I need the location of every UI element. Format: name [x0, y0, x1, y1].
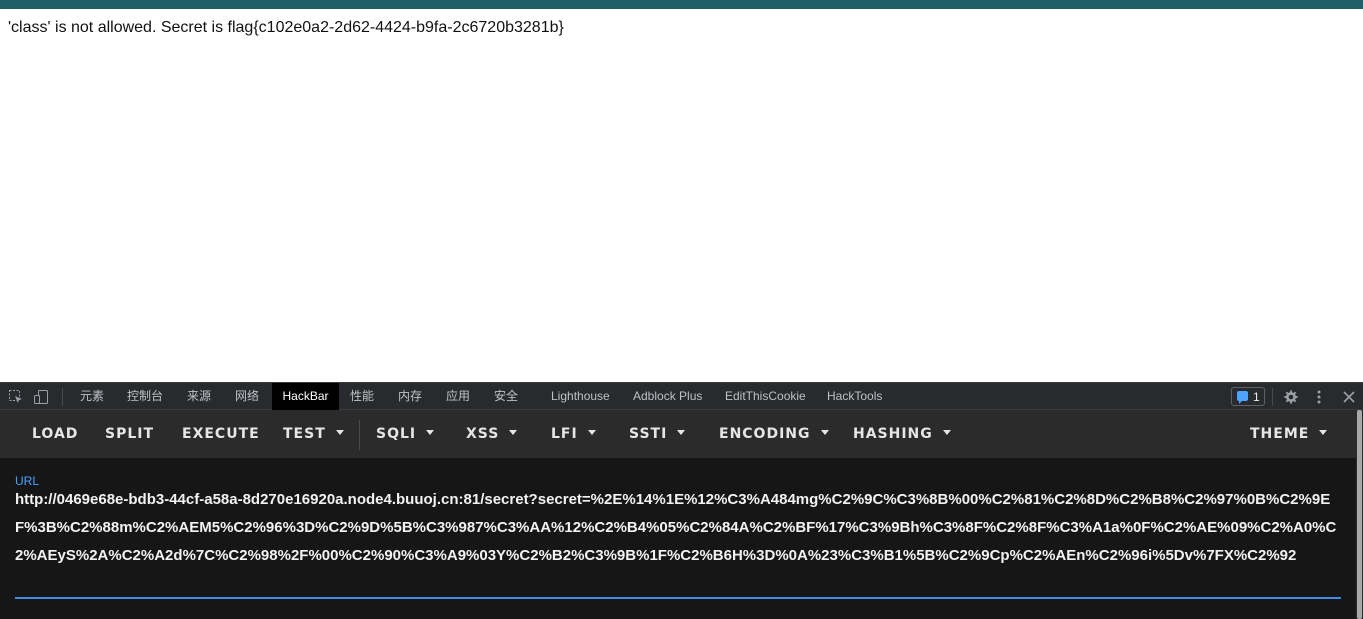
xss-menu-label: XSS: [466, 426, 500, 442]
split-button-label: SPLIT: [105, 426, 155, 442]
test-menu-label: TEST: [283, 426, 326, 442]
tab-hackbar[interactable]: HackBar: [272, 383, 339, 410]
url-editor: URL http://0469e68e-bdb3-44cf-a58a-8d270…: [0, 458, 1356, 619]
sqli-menu-label: SQLI: [376, 426, 417, 442]
gear-icon[interactable]: [1283, 389, 1299, 405]
scrollbar-thumb[interactable]: [1357, 410, 1362, 619]
ssti-menu-label: SSTI: [629, 426, 668, 442]
chevron-down-icon: [942, 430, 951, 435]
chevron-down-icon: [509, 430, 518, 435]
url-underline: [15, 597, 1341, 599]
execute-button-label: EXECUTE: [182, 426, 260, 442]
url-textarea[interactable]: http://0469e68e-bdb3-44cf-a58a-8d270e169…: [15, 486, 1343, 570]
browser-top-strip: [0, 0, 1363, 9]
tab-elements[interactable]: 元素: [70, 383, 114, 410]
device-toolbar-icon[interactable]: [33, 389, 49, 405]
hashing-menu-label: HASHING: [853, 426, 933, 442]
test-menu-button[interactable]: TEST: [283, 410, 344, 458]
tab-separator: [62, 388, 63, 406]
load-button[interactable]: LOAD: [32, 410, 78, 458]
lfi-menu-button[interactable]: LFI: [551, 410, 596, 458]
chevron-down-icon: [426, 430, 435, 435]
sqli-menu-button[interactable]: SQLI: [376, 410, 435, 458]
theme-menu-label: THEME: [1250, 426, 1310, 442]
tab-editthiscookie[interactable]: EditThisCookie: [715, 383, 816, 410]
inspect-element-icon[interactable]: [8, 389, 24, 405]
tab-sources[interactable]: 来源: [177, 383, 221, 410]
tab-application[interactable]: 应用: [436, 383, 480, 410]
xss-menu-button[interactable]: XSS: [466, 410, 518, 458]
page-message: 'class' is not allowed. Secret is flag{c…: [8, 19, 564, 36]
tab-network[interactable]: 网络: [225, 383, 269, 410]
encoding-menu-label: ENCODING: [719, 426, 811, 442]
tab-memory[interactable]: 内存: [388, 383, 432, 410]
encoding-menu-button[interactable]: ENCODING: [719, 410, 829, 458]
ssti-menu-button[interactable]: SSTI: [629, 410, 686, 458]
tab-security[interactable]: 安全: [484, 383, 528, 410]
more-vertical-icon[interactable]: [1311, 389, 1327, 405]
tab-performance[interactable]: 性能: [340, 383, 384, 410]
tab-separator: [1272, 388, 1273, 406]
chevron-down-icon: [677, 430, 686, 435]
execute-button[interactable]: EXECUTE: [182, 410, 260, 458]
load-button-label: LOAD: [32, 426, 79, 442]
hackbar-toolbar: LOAD SPLIT EXECUTE TEST SQLI XSS LFI SST…: [0, 410, 1356, 458]
tab-adblock-plus[interactable]: Adblock Plus: [623, 383, 712, 410]
tab-lighthouse[interactable]: Lighthouse: [541, 383, 620, 410]
issues-count: 1: [1253, 390, 1260, 404]
tab-console[interactable]: 控制台: [117, 383, 173, 410]
chevron-down-icon: [587, 430, 596, 435]
devtools-panel: 元素 控制台 来源 网络 HackBar 性能 内存 应用 安全 Lightho…: [0, 382, 1363, 619]
tab-hacktools[interactable]: HackTools: [817, 383, 892, 410]
message-icon: [1237, 391, 1248, 404]
chevron-down-icon: [335, 430, 344, 435]
scrollbar[interactable]: [1356, 410, 1363, 619]
theme-menu-button[interactable]: THEME: [1250, 410, 1328, 458]
hashing-menu-button[interactable]: HASHING: [853, 410, 951, 458]
lfi-menu-label: LFI: [551, 426, 578, 442]
chevron-down-icon: [1319, 430, 1328, 435]
close-icon[interactable]: [1341, 389, 1357, 405]
chevron-down-icon: [820, 430, 829, 435]
issues-badge[interactable]: 1: [1231, 387, 1265, 406]
toolbar-divider: [359, 420, 360, 450]
devtools-tabbar: 元素 控制台 来源 网络 HackBar 性能 内存 应用 安全 Lightho…: [0, 382, 1363, 410]
split-button[interactable]: SPLIT: [105, 410, 154, 458]
